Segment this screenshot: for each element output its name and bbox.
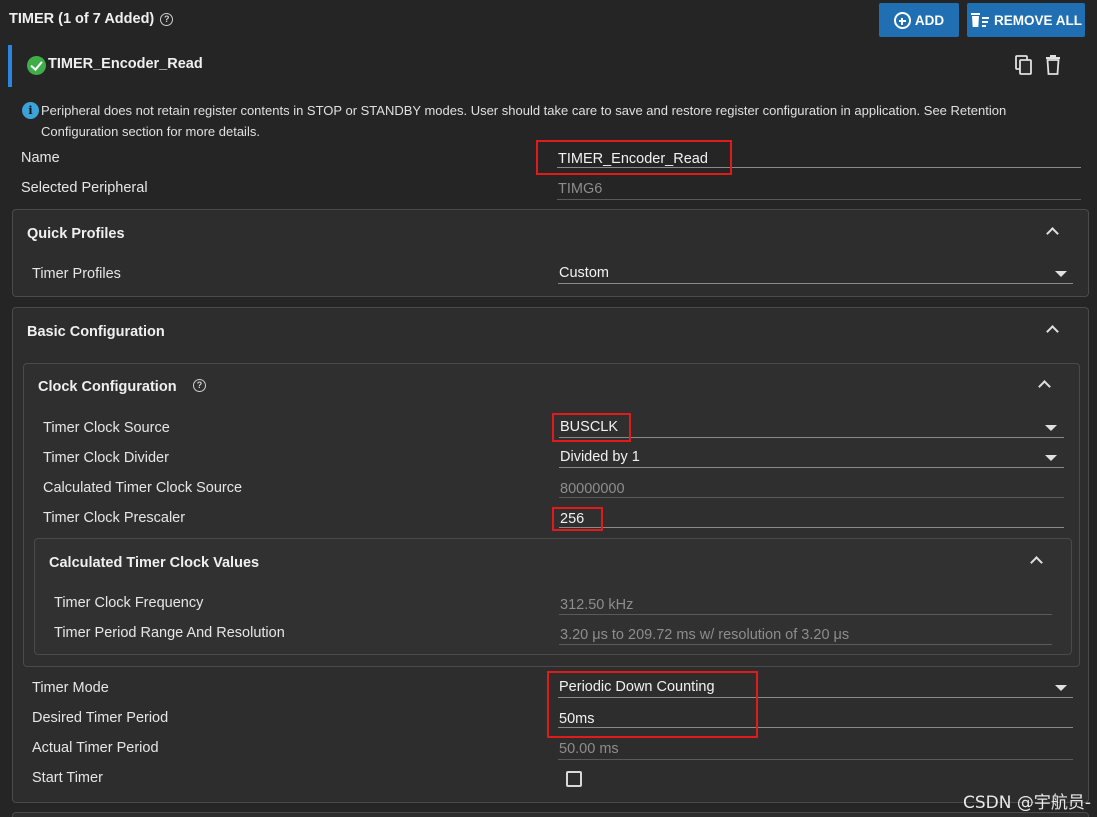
calc-timer-clock-source-value: 80000000 [560, 481, 625, 497]
desired-timer-period-label: Desired Timer Period [32, 710, 169, 726]
highlight-box [552, 507, 603, 531]
timer-clock-frequency-value: 312.50 kHz [560, 597, 634, 613]
timer-clock-prescaler-underline [559, 527, 1064, 528]
timer-clock-source-underline [559, 437, 1064, 438]
check-circle-icon [27, 56, 46, 75]
start-timer-checkbox[interactable] [566, 771, 582, 787]
highlight-box [536, 140, 732, 175]
help-icon[interactable]: ? [160, 12, 174, 26]
timer-period-range-underline [559, 644, 1052, 645]
selected-peripheral-underline [557, 199, 1081, 200]
help-icon[interactable]: ? [193, 379, 206, 392]
calculated-values-title[interactable]: Calculated Timer Clock Values [49, 555, 259, 571]
actual-timer-period-underline [558, 759, 1073, 760]
trash-list-icon [970, 13, 989, 27]
basic-configuration-title[interactable]: Basic Configuration [27, 324, 165, 340]
add-button-label: ADD [914, 12, 945, 28]
instance-selected-bar [8, 45, 12, 87]
next-panel [12, 812, 1089, 817]
copy-icon[interactable] [1015, 55, 1032, 75]
plus-circle-icon [893, 11, 911, 29]
timer-clock-divider-label: Timer Clock Divider [43, 450, 169, 466]
quick-profiles-title[interactable]: Quick Profiles [27, 226, 125, 242]
dropdown-arrow-icon[interactable] [1045, 425, 1057, 431]
section-title: TIMER (1 of 7 Added) [9, 11, 155, 27]
dropdown-arrow-icon[interactable] [1055, 271, 1067, 277]
clock-configuration-title[interactable]: Clock Configuration [38, 379, 177, 395]
remove-all-label: REMOVE ALL [993, 12, 1082, 28]
instance-name: TIMER_Encoder_Read [48, 56, 203, 72]
selected-peripheral-value: TIMG6 [558, 181, 603, 197]
highlight-box [547, 671, 758, 738]
dropdown-arrow-icon[interactable] [1055, 685, 1067, 691]
timer-clock-source-label: Timer Clock Source [43, 420, 170, 436]
highlight-box [552, 413, 631, 442]
actual-timer-period-value: 50.00 ms [559, 741, 619, 757]
timer-clock-frequency-label: Timer Clock Frequency [54, 595, 204, 611]
calc-timer-clock-source-underline [559, 497, 1064, 498]
timer-profiles-underline [558, 283, 1073, 284]
selected-peripheral-label: Selected Peripheral [21, 180, 148, 196]
info-icon: i [22, 102, 39, 119]
timer-period-range-value: 3.20 μs to 209.72 ms w/ resolution of 3.… [560, 627, 850, 643]
timer-profiles-label: Timer Profiles [32, 266, 121, 282]
watermark: CSDN @宇航员- [962, 793, 1091, 813]
add-button[interactable]: ADD [879, 3, 959, 37]
calc-timer-clock-source-label: Calculated Timer Clock Source [43, 480, 243, 496]
timer-clock-divider-underline [559, 467, 1064, 468]
start-timer-label: Start Timer [32, 770, 103, 786]
dropdown-arrow-icon[interactable] [1045, 455, 1057, 461]
name-label: Name [21, 150, 60, 166]
timer-clock-prescaler-label: Timer Clock Prescaler [43, 510, 186, 526]
actual-timer-period-label: Actual Timer Period [32, 740, 159, 756]
instance-row[interactable]: TIMER_Encoder_Read [8, 45, 1088, 87]
trash-icon[interactable] [1045, 55, 1061, 75]
timer-clock-frequency-underline [559, 614, 1052, 615]
timer-clock-divider-select[interactable]: Divided by 1 [560, 449, 640, 465]
timer-mode-label: Timer Mode [32, 680, 109, 696]
timer-period-range-label: Timer Period Range And Resolution [54, 625, 285, 641]
remove-all-button[interactable]: REMOVE ALL [967, 3, 1085, 37]
timer-profiles-select[interactable]: Custom [559, 265, 609, 281]
section-header: TIMER (1 of 7 Added) ? [9, 11, 174, 27]
info-message: Peripheral does not retain register cont… [41, 103, 1007, 139]
